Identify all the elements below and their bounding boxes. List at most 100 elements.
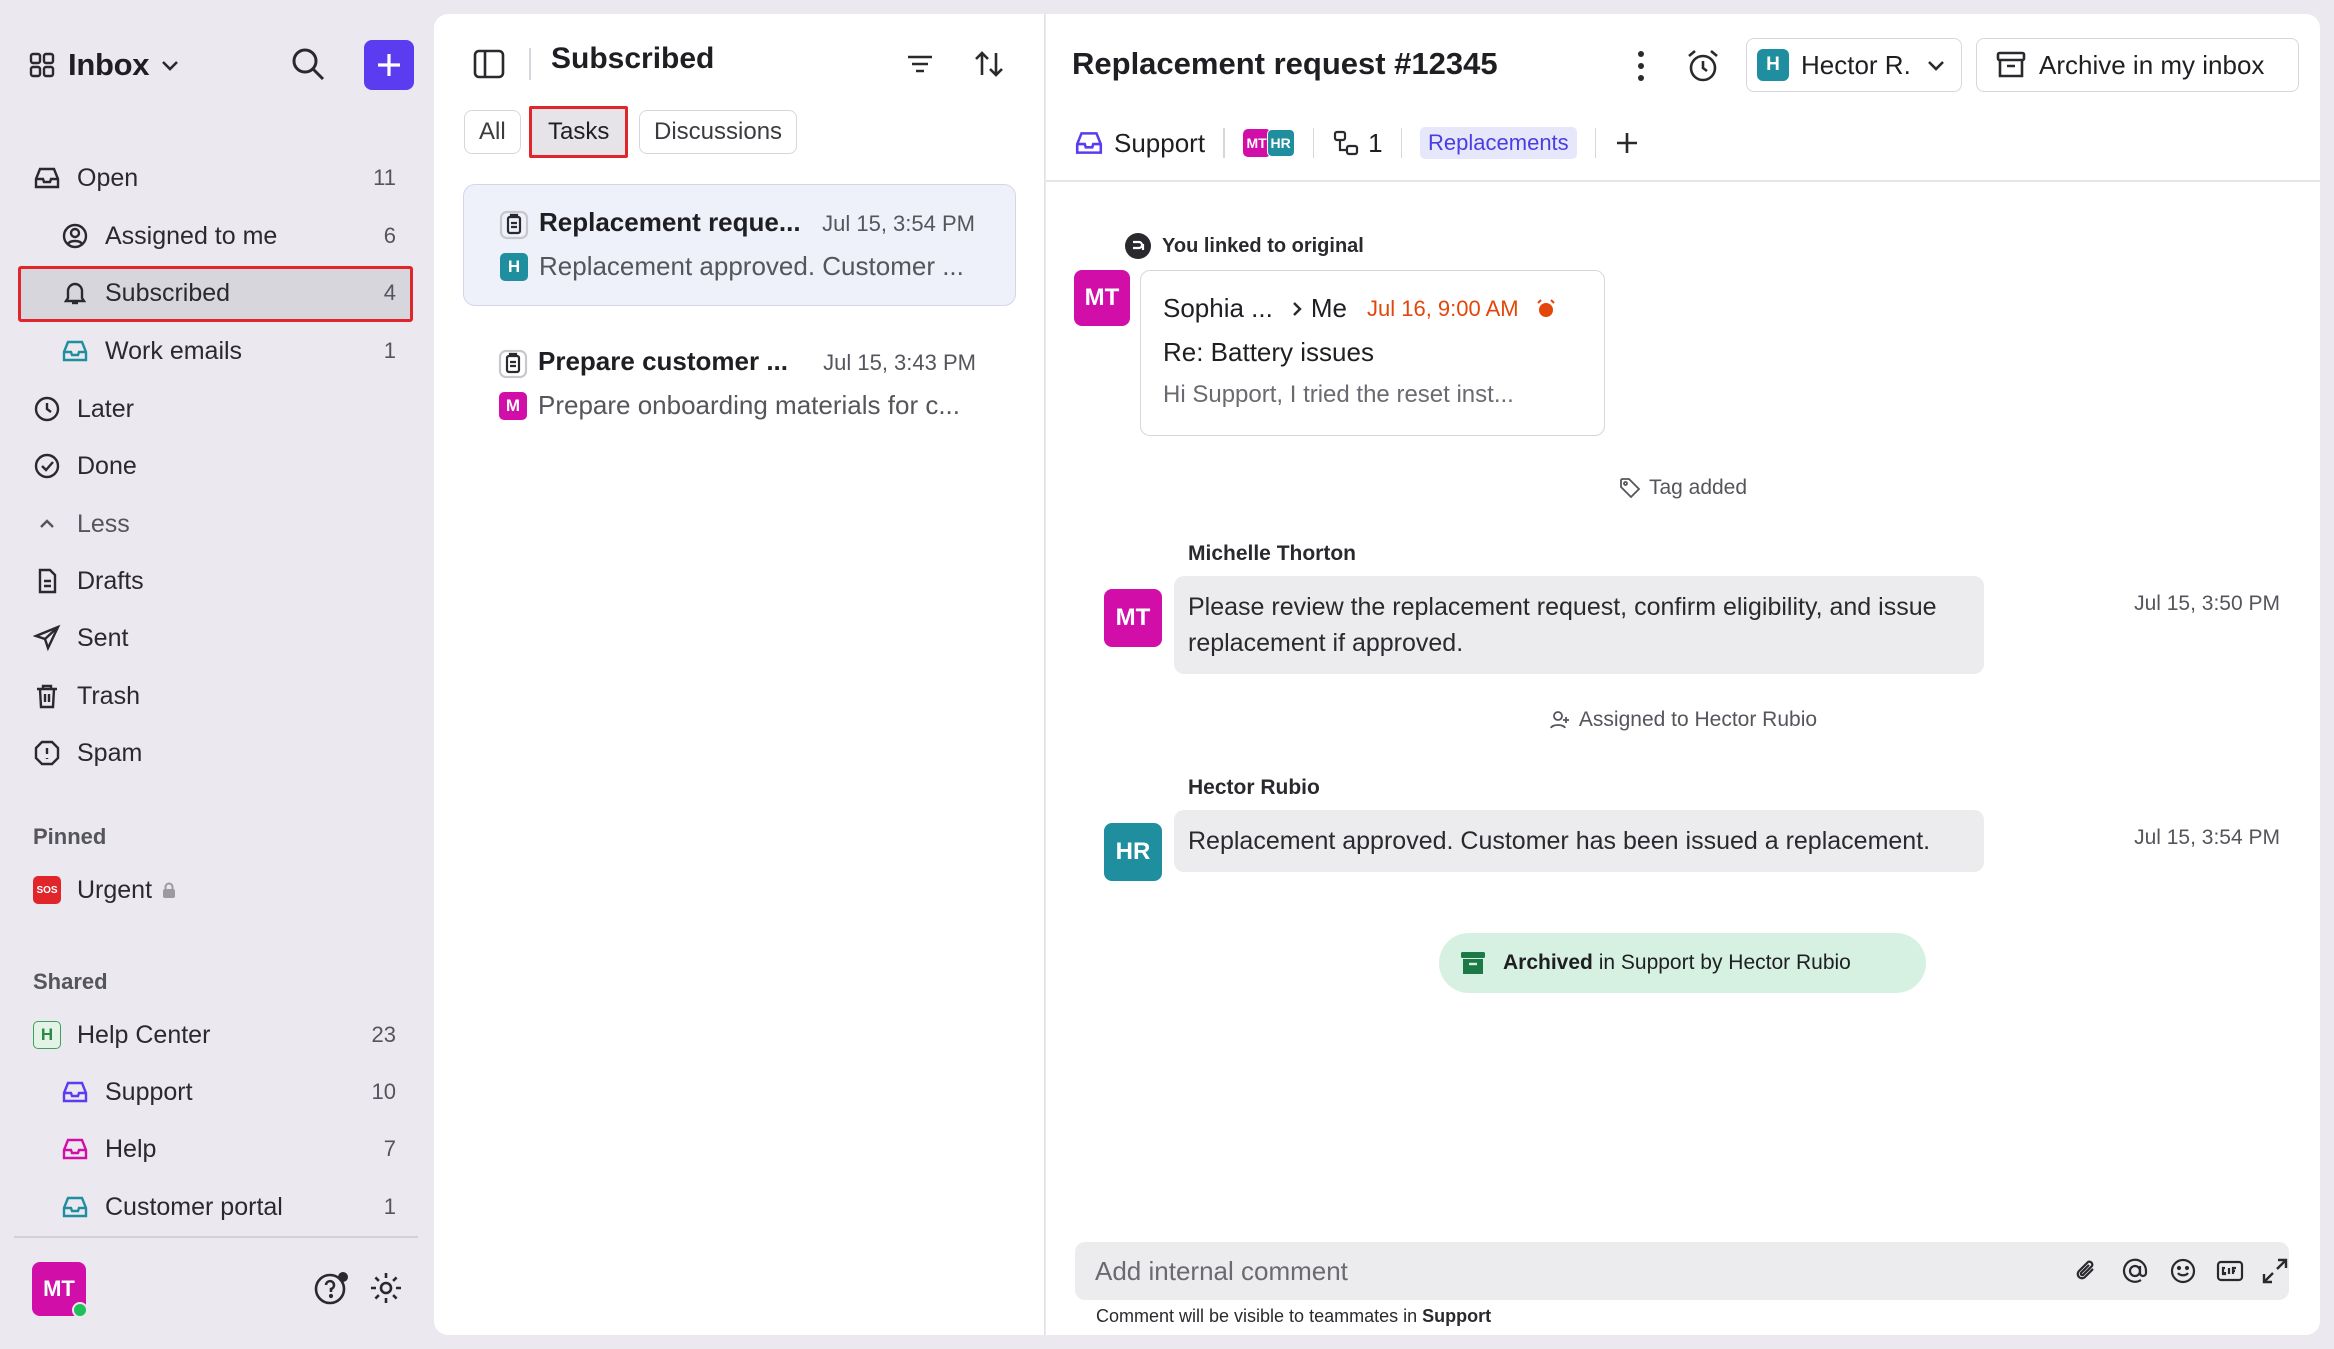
compose-button[interactable] bbox=[364, 40, 414, 90]
chevron-down-icon bbox=[162, 61, 179, 71]
sidebar-item-spam[interactable]: Spam bbox=[33, 726, 396, 780]
sidebar-item-drafts[interactable]: Drafts bbox=[33, 554, 396, 608]
header-divider bbox=[1046, 180, 2320, 182]
avatar: H bbox=[500, 253, 528, 281]
check-circle-icon bbox=[34, 453, 60, 479]
tag-chip[interactable]: Replacements bbox=[1420, 127, 1577, 159]
inbox-link[interactable]: Support bbox=[1114, 128, 1205, 159]
link-circle-icon bbox=[1125, 233, 1151, 259]
chevron-down-icon bbox=[1927, 61, 1944, 71]
inbox-tray-pink-icon bbox=[62, 1138, 88, 1160]
sidebar-item-customer-portal[interactable]: Customer portal 1 bbox=[61, 1180, 396, 1234]
archive-button[interactable]: Archive in my inbox bbox=[1976, 38, 2299, 92]
inbox-tray-purple-icon bbox=[62, 1081, 88, 1103]
tab-discussions[interactable]: Discussions bbox=[639, 110, 798, 154]
title-divider bbox=[529, 48, 531, 80]
task-clipboard-icon bbox=[498, 349, 528, 379]
sidebar-toggle-icon[interactable] bbox=[472, 47, 506, 81]
sidebar-item-subscribed[interactable]: Subscribed 4 bbox=[61, 266, 396, 320]
list-item[interactable]: Replacement reque... Jul 15, 3:54 PM H R… bbox=[463, 184, 1016, 306]
send-icon bbox=[33, 624, 61, 652]
document-icon bbox=[38, 568, 57, 594]
sidebar-item-help-center[interactable]: H Help Center 23 bbox=[33, 1008, 396, 1062]
gif-icon[interactable] bbox=[2215, 1257, 2245, 1285]
inbox-tray-icon bbox=[34, 167, 60, 189]
conversation-title: Replacement request #12345 bbox=[1072, 46, 1498, 81]
sos-icon: SOS bbox=[33, 876, 61, 904]
search-icon[interactable] bbox=[290, 46, 326, 82]
tab-tasks[interactable]: Tasks bbox=[529, 106, 629, 158]
more-vertical-icon[interactable] bbox=[1632, 48, 1650, 84]
conversation-list-panel: Subscribed All Tasks Discussions Replace… bbox=[434, 14, 1045, 1335]
tab-all[interactable]: All bbox=[464, 110, 521, 154]
archived-status: Archived in Support by Hector Rubio bbox=[1439, 933, 1926, 993]
message-author: Hector Rubio bbox=[1188, 776, 1320, 799]
sidebar-item-urgent[interactable]: SOS Urgent bbox=[33, 863, 396, 917]
shared-header: Shared bbox=[33, 969, 108, 994]
sidebar-item-sent[interactable]: Sent bbox=[33, 611, 396, 665]
comment-help-text: Comment will be visible to teammates in … bbox=[1096, 1306, 1492, 1326]
assignee-dropdown[interactable]: H Hector R. bbox=[1746, 38, 1962, 92]
avatar: M bbox=[499, 392, 527, 420]
sidebar-item-done[interactable]: Done bbox=[33, 439, 396, 493]
subtasks[interactable]: 1 bbox=[1332, 128, 1383, 159]
sidebar-item-support[interactable]: Support 10 bbox=[61, 1065, 396, 1119]
tag-icon bbox=[1620, 478, 1641, 499]
task-clipboard-icon bbox=[499, 210, 529, 240]
sidebar-item-trash[interactable]: Trash bbox=[33, 669, 396, 723]
inbox-title: Inbox bbox=[68, 47, 150, 82]
archive-icon bbox=[1461, 952, 1485, 974]
email-subject: Re: Battery issues bbox=[1163, 337, 1374, 367]
user-plus-icon bbox=[1550, 711, 1569, 729]
pinned-header: Pinned bbox=[33, 824, 107, 849]
plus-icon[interactable] bbox=[1614, 130, 1640, 156]
sidebar-item-work-emails[interactable]: Work emails 1 bbox=[61, 324, 396, 378]
warning-octagon-icon bbox=[34, 740, 60, 766]
comment-input[interactable]: Add internal comment bbox=[1075, 1242, 2289, 1300]
message-time: Jul 15, 3:54 PM bbox=[2134, 826, 2280, 849]
sidebar-item-open[interactable]: Open 11 bbox=[33, 151, 396, 205]
expand-icon[interactable] bbox=[2261, 1257, 2289, 1285]
sidebar-item-less[interactable]: Less bbox=[33, 497, 396, 551]
sidebar-item-assigned[interactable]: Assigned to me 6 bbox=[61, 209, 396, 263]
help-icon[interactable] bbox=[313, 1270, 349, 1306]
trash-icon bbox=[37, 684, 57, 709]
sidebar: Inbox Open 11 Assigned to me 6 Subscribe… bbox=[0, 0, 432, 1349]
avatar: MT bbox=[1104, 589, 1162, 647]
avatar: HR bbox=[1266, 129, 1295, 157]
inbox-tray-purple-icon bbox=[1075, 132, 1103, 154]
gear-icon[interactable] bbox=[368, 1270, 404, 1306]
emoji-icon[interactable] bbox=[2169, 1257, 2197, 1285]
chevron-up-icon bbox=[40, 519, 54, 528]
subtask-icon bbox=[1333, 130, 1359, 156]
email-snippet: Hi Support, I tried the reset inst... bbox=[1163, 381, 1514, 408]
avatar: H bbox=[1757, 49, 1789, 81]
plus-icon bbox=[378, 54, 400, 76]
assigned-note: Assigned to Hector Rubio bbox=[1046, 708, 2320, 732]
sidebar-divider bbox=[14, 1236, 418, 1238]
sidebar-item-help[interactable]: Help 7 bbox=[61, 1122, 396, 1176]
grid-icon bbox=[29, 52, 55, 78]
linked-note: You linked to original bbox=[1124, 232, 1364, 260]
linked-email-card[interactable]: Sophia ... Me Jul 16, 9:00 AM Re: Batter… bbox=[1140, 270, 1605, 436]
message-author: Michelle Thorton bbox=[1188, 542, 1356, 565]
online-indicator bbox=[72, 1302, 88, 1318]
email-from-row: Sophia ... Me Jul 16, 9:00 AM bbox=[1163, 293, 1557, 324]
tag-added-note: Tag added bbox=[1046, 476, 2320, 500]
message-bubble: Please review the replacement request, c… bbox=[1174, 576, 1984, 674]
sort-icon[interactable] bbox=[972, 47, 1006, 81]
avatar: MT bbox=[1074, 270, 1130, 326]
inbox-switcher[interactable]: Inbox bbox=[28, 40, 181, 90]
paperclip-icon[interactable] bbox=[2073, 1257, 2101, 1285]
help-center-badge: H bbox=[33, 1021, 61, 1049]
participants[interactable]: MT HR bbox=[1242, 129, 1295, 157]
sidebar-item-later[interactable]: Later bbox=[33, 382, 396, 436]
filter-icon[interactable] bbox=[904, 48, 936, 80]
conversation-meta-row: Support MT HR 1 Replacements bbox=[1074, 118, 1640, 168]
clock-icon bbox=[34, 396, 60, 422]
alarm-clock-icon[interactable] bbox=[1684, 47, 1722, 85]
message-bubble: Replacement approved. Customer has been … bbox=[1174, 810, 1984, 872]
at-sign-icon[interactable] bbox=[2121, 1257, 2149, 1285]
inbox-tray-teal-icon bbox=[62, 1196, 88, 1218]
list-item[interactable]: Prepare customer ... Jul 15, 3:43 PM M P… bbox=[463, 324, 1016, 446]
